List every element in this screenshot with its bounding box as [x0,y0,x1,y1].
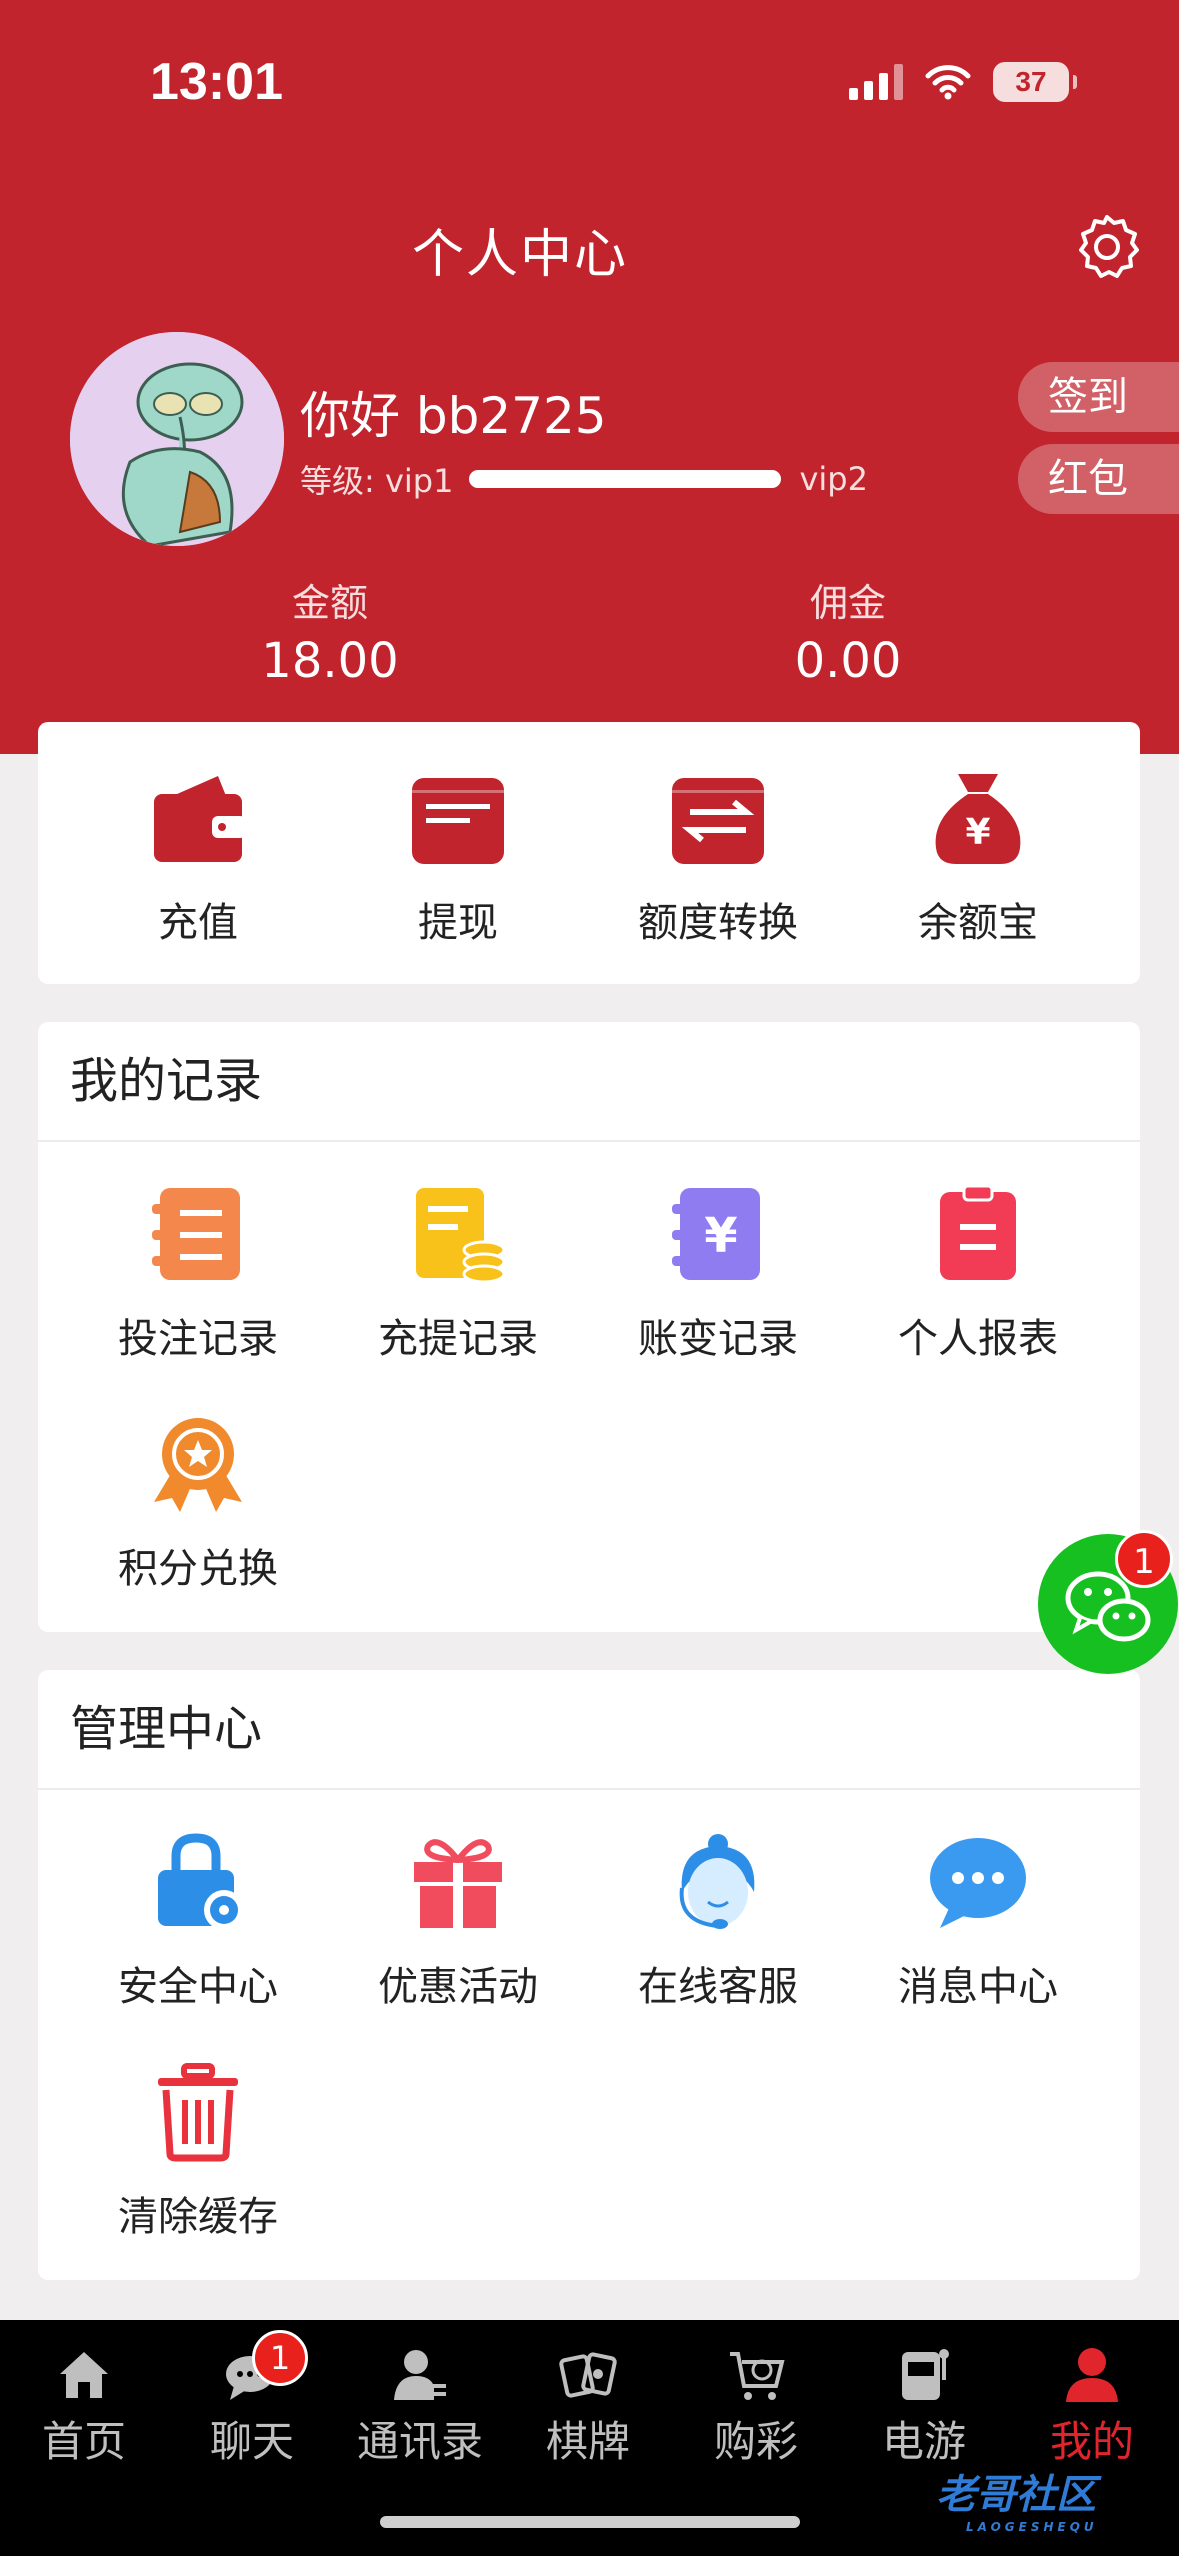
current-level: 等级: vip1 [300,462,454,500]
report-icon [940,1184,1016,1280]
promotions-button[interactable]: 优惠活动 [328,1832,588,2012]
tab-home[interactable]: 首页 [0,2344,168,2469]
bet-record-icon [152,1188,240,1280]
security-center-button[interactable]: 安全中心 [68,1832,328,2012]
battery-icon: 37 [993,62,1077,102]
header: 13:01 37 个人中心 你好 bb2725 等级: vip1 vip2 签到… [0,0,1179,754]
checkin-button[interactable]: 签到 [1018,362,1179,432]
next-level: vip2 [799,460,868,498]
tab-mine[interactable]: 我的 [1008,2344,1176,2469]
greeting: 你好 bb2725 [300,387,607,445]
recharge-button[interactable]: 充值 [68,768,328,948]
customer-service-icon [679,1834,755,1929]
contacts-icon [394,2350,446,2400]
tab-slots[interactable]: 电游 [840,2344,1008,2469]
user-icon [1066,2348,1118,2402]
svg-text:¥: ¥ [704,1208,737,1264]
bet-record-label: 投注记录 [118,1316,278,1362]
transfer-icon [672,778,764,864]
tab-lottery[interactable]: 购彩 [672,2344,840,2469]
cards-icon [559,2352,617,2398]
avatar-image [70,332,284,546]
recharge-label: 充值 [158,900,238,946]
bet-record-button[interactable]: 投注记录 [68,1184,328,1364]
customer-service-button[interactable]: 在线客服 [588,1832,848,2012]
records-title: 我的记录 [38,1022,1140,1142]
tab-home-label: 首页 [41,2417,126,2466]
tab-contacts[interactable]: 通讯录 [336,2344,504,2469]
card-icon [412,778,504,864]
status-time: 13:01 [150,53,283,111]
balance-value: 18.00 [261,633,399,689]
promotions-label: 优惠活动 [378,1964,538,2010]
commission-value: 0.00 [794,633,902,689]
signal-icon [849,64,903,100]
balance-stat: 金额 18.00 [180,572,480,689]
clear-cache-button[interactable]: 清除缓存 [68,2062,328,2242]
report-label: 个人报表 [898,1316,1058,1362]
message-center-label: 消息中心 [898,1964,1058,2010]
commission-label: 佣金 [809,581,886,625]
deposit-record-button[interactable]: 充提记录 [328,1184,588,1364]
page-title: 个人中心 [411,225,628,285]
tab-lottery-label: 购彩 [713,2417,798,2466]
gear-icon[interactable] [1072,212,1142,282]
message-center-button[interactable]: 消息中心 [848,1832,1108,2012]
quick-actions-card: 充值 提现 额度转换 ¥ 余额宝 [38,722,1140,984]
redpacket-button[interactable]: 红包 [1018,444,1179,514]
yuebao-label: 余额宝 [918,900,1038,946]
wallet-icon [154,776,246,862]
lock-gear-icon [158,1833,244,1930]
deposit-record-icon [416,1188,506,1284]
watermark-logo: 老哥社区 LAOGESHEQU [936,2472,1098,2534]
slot-machine-icon [902,2349,949,2400]
balance-label: 金额 [291,581,368,625]
status-icons: 37 [849,62,1077,102]
tab-slots-label: 电游 [881,2417,966,2466]
wifi-icon [925,65,971,100]
withdraw-button[interactable]: 提现 [328,768,588,948]
home-icon [60,2352,108,2398]
deposit-record-label: 充提记录 [378,1316,538,1362]
svg-text:¥: ¥ [965,812,990,853]
tab-cards[interactable]: 棋牌 [504,2344,672,2469]
trash-icon [158,2063,238,2162]
tab-cards-label: 棋牌 [545,2417,630,2466]
account-change-icon: ¥ [672,1188,760,1280]
tab-chat-badge: 1 [252,2330,308,2386]
tab-mine-label: 我的 [1049,2417,1134,2466]
account-change-button[interactable]: ¥ 账变记录 [588,1184,848,1364]
yuebao-button[interactable]: ¥ 余额宝 [848,768,1108,948]
transfer-label: 额度转换 [638,900,798,946]
withdraw-label: 提现 [418,900,498,946]
records-card: 我的记录 投注记录 充提记录 ¥ 账变记录 个人报表 积分兑换 [38,1022,1140,1632]
clear-cache-label: 清除缓存 [118,2194,278,2240]
medal-icon [154,1418,242,1512]
cart-icon [730,2352,785,2400]
points-exchange-label: 积分兑换 [118,1546,278,1592]
transfer-button[interactable]: 额度转换 [588,768,848,948]
money-bag-icon: ¥ [935,774,1021,864]
level-row: 等级: vip1 vip2 [300,456,868,502]
commission-stat: 佣金 0.00 [698,572,998,689]
floating-chat-badge: 1 [1115,1530,1173,1588]
avatar[interactable] [70,332,284,546]
home-indicator [380,2516,800,2528]
account-change-label: 账变记录 [638,1316,798,1362]
customer-service-label: 在线客服 [638,1964,798,2010]
gift-icon [414,1839,502,1928]
management-card: 管理中心 安全中心 优惠活动 在线客服 消息中心 清除缓存 [38,1670,1140,2280]
management-title: 管理中心 [38,1670,1140,1790]
tab-contacts-label: 通讯录 [356,2417,483,2466]
report-button[interactable]: 个人报表 [848,1184,1108,1364]
level-progress-bar [469,470,782,488]
security-center-label: 安全中心 [118,1964,278,2010]
tab-chat-label: 聊天 [209,2417,294,2466]
points-exchange-button[interactable]: 积分兑换 [68,1414,328,1594]
chat-bubble-icon [930,1838,1026,1928]
